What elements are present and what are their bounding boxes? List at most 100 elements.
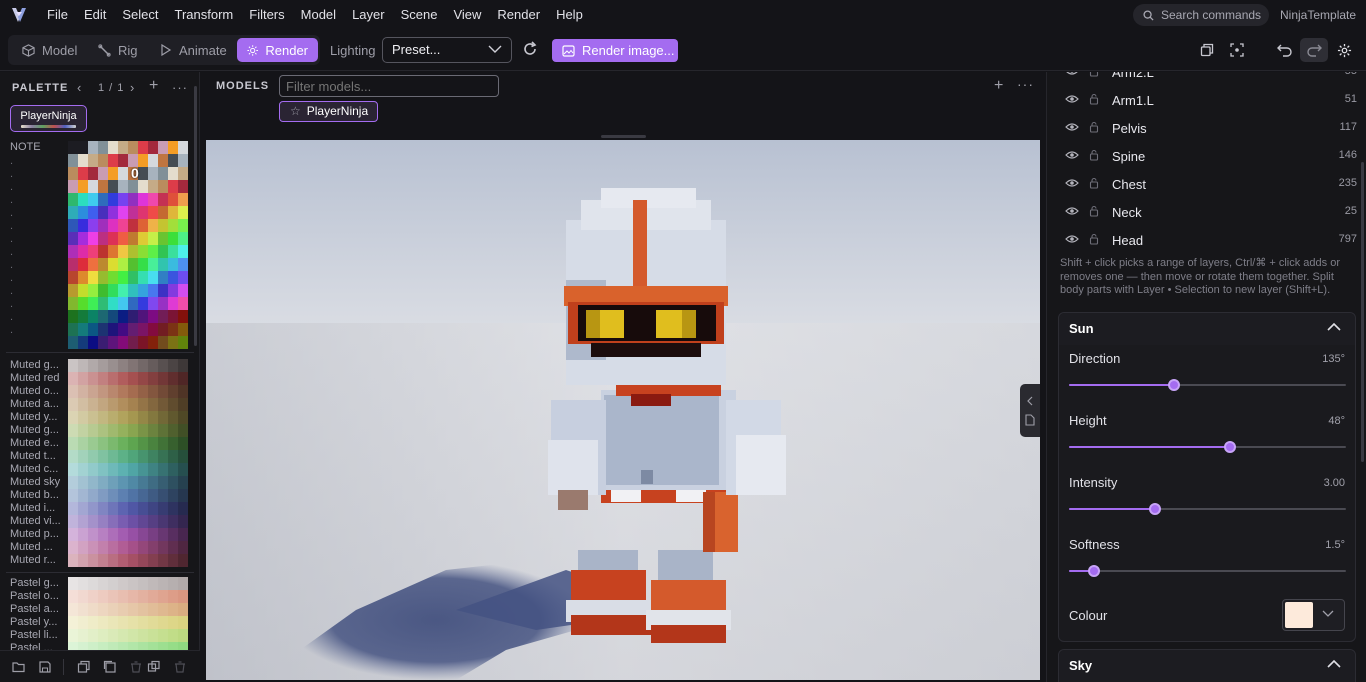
palette-swatch[interactable] bbox=[128, 528, 138, 541]
palette-swatch[interactable] bbox=[68, 167, 78, 180]
palette-swatch[interactable] bbox=[128, 232, 138, 245]
palette-swatch[interactable] bbox=[108, 541, 118, 554]
palette-swatch[interactable] bbox=[78, 245, 88, 258]
layer-row[interactable]: Pelvis 117 bbox=[1047, 115, 1357, 143]
palette-swatch[interactable] bbox=[118, 450, 128, 463]
palette-swatch[interactable] bbox=[88, 336, 98, 349]
palette-swatch[interactable] bbox=[68, 323, 78, 336]
palette-swatch[interactable] bbox=[138, 193, 148, 206]
palette-swatch[interactable] bbox=[98, 154, 108, 167]
palette-swatch[interactable] bbox=[138, 219, 148, 232]
palette-swatch[interactable] bbox=[128, 284, 138, 297]
palette-swatch[interactable] bbox=[148, 245, 158, 258]
palette-swatch[interactable] bbox=[68, 297, 78, 310]
palette-swatch[interactable] bbox=[158, 359, 168, 372]
viewport-resize-handle[interactable] bbox=[601, 135, 646, 138]
palette-swatch[interactable] bbox=[158, 154, 168, 167]
mode-render-button[interactable]: Render bbox=[237, 38, 318, 62]
palette-swatch[interactable] bbox=[118, 284, 128, 297]
palette-swatch[interactable] bbox=[138, 206, 148, 219]
palette-swatch[interactable] bbox=[148, 515, 158, 528]
palette-swatch[interactable] bbox=[78, 541, 88, 554]
palette-swatch[interactable] bbox=[178, 450, 188, 463]
palette-swatch[interactable] bbox=[138, 590, 148, 603]
palette-swatch[interactable] bbox=[178, 271, 188, 284]
eye-icon[interactable] bbox=[1065, 122, 1079, 132]
palette-swatch[interactable] bbox=[118, 258, 128, 271]
palette-swatch[interactable] bbox=[178, 219, 188, 232]
palette-swatch[interactable] bbox=[178, 515, 188, 528]
palette-swatch[interactable] bbox=[178, 616, 188, 629]
palette-swatch[interactable] bbox=[78, 590, 88, 603]
palette-swatch[interactable] bbox=[138, 232, 148, 245]
merge-icon[interactable] bbox=[147, 660, 161, 674]
palette-swatch[interactable] bbox=[178, 336, 188, 349]
palette-swatch[interactable] bbox=[78, 411, 88, 424]
palette-swatch[interactable] bbox=[148, 616, 158, 629]
palette-chip-playerninja[interactable]: PlayerNinja bbox=[10, 105, 87, 132]
palette-swatch[interactable] bbox=[118, 489, 128, 502]
palette-swatch[interactable] bbox=[98, 141, 108, 154]
menu-layer[interactable]: Layer bbox=[344, 0, 393, 30]
palette-swatch[interactable] bbox=[98, 437, 108, 450]
palette-swatch[interactable] bbox=[78, 515, 88, 528]
palette-swatch[interactable] bbox=[168, 411, 178, 424]
palette-swatch[interactable] bbox=[98, 476, 108, 489]
palette-swatch[interactable] bbox=[148, 437, 158, 450]
direction-slider[interactable] bbox=[1069, 379, 1346, 391]
palette-swatch[interactable] bbox=[148, 463, 158, 476]
palette-swatch[interactable] bbox=[178, 206, 188, 219]
palette-swatch[interactable] bbox=[138, 297, 148, 310]
palette-swatch[interactable] bbox=[118, 232, 128, 245]
palette-swatch[interactable] bbox=[118, 577, 128, 590]
layer-row[interactable]: Neck 25 bbox=[1047, 199, 1357, 227]
palette-swatch[interactable] bbox=[168, 232, 178, 245]
palette-swatch[interactable] bbox=[178, 180, 188, 193]
palette-swatch[interactable] bbox=[118, 476, 128, 489]
palette-swatch[interactable] bbox=[128, 323, 138, 336]
palette-swatch[interactable] bbox=[78, 398, 88, 411]
palette-swatch[interactable] bbox=[68, 284, 78, 297]
palette-swatch[interactable] bbox=[78, 284, 88, 297]
palette-swatch[interactable] bbox=[168, 297, 178, 310]
lock-icon[interactable] bbox=[1089, 233, 1099, 245]
palette-swatch[interactable] bbox=[108, 398, 118, 411]
mode-rig-button[interactable]: Rig bbox=[88, 38, 148, 62]
palette-swatch[interactable] bbox=[158, 515, 168, 528]
palette-swatch[interactable] bbox=[118, 323, 128, 336]
eye-icon[interactable] bbox=[1065, 94, 1079, 104]
palette-swatch[interactable] bbox=[178, 167, 188, 180]
palette-swatch[interactable] bbox=[78, 323, 88, 336]
palette-swatch[interactable] bbox=[178, 323, 188, 336]
palette-swatch[interactable] bbox=[88, 528, 98, 541]
palette-swatch[interactable] bbox=[88, 141, 98, 154]
height-slider-thumb[interactable] bbox=[1223, 441, 1236, 453]
palette-swatch[interactable] bbox=[178, 141, 188, 154]
palette-swatch[interactable] bbox=[138, 258, 148, 271]
palette-swatch[interactable] bbox=[168, 515, 178, 528]
palette-swatch[interactable] bbox=[88, 437, 98, 450]
palette-swatch[interactable] bbox=[158, 271, 168, 284]
palette-swatch[interactable] bbox=[98, 372, 108, 385]
palette-swatch[interactable] bbox=[68, 154, 78, 167]
palette-swatch[interactable] bbox=[68, 258, 78, 271]
palette-swatch[interactable] bbox=[78, 297, 88, 310]
palette-swatch[interactable] bbox=[108, 437, 118, 450]
palette-swatch[interactable] bbox=[158, 603, 168, 616]
palette-swatch[interactable] bbox=[98, 424, 108, 437]
palette-swatch[interactable] bbox=[138, 271, 148, 284]
palette-swatch[interactable] bbox=[78, 489, 88, 502]
palette-swatch[interactable] bbox=[88, 232, 98, 245]
palette-swatch[interactable] bbox=[98, 554, 108, 567]
palette-swatch[interactable] bbox=[98, 271, 108, 284]
palette-swatch[interactable] bbox=[168, 603, 178, 616]
palette-swatch[interactable] bbox=[108, 424, 118, 437]
palette-swatch[interactable] bbox=[158, 219, 168, 232]
palette-swatch[interactable] bbox=[148, 629, 158, 642]
palette-swatch[interactable] bbox=[78, 577, 88, 590]
palette-swatch[interactable] bbox=[98, 232, 108, 245]
palette-swatch[interactable] bbox=[168, 502, 178, 515]
palette-swatch[interactable] bbox=[158, 206, 168, 219]
palette-swatch[interactable] bbox=[178, 603, 188, 616]
palette-swatch[interactable] bbox=[158, 385, 168, 398]
